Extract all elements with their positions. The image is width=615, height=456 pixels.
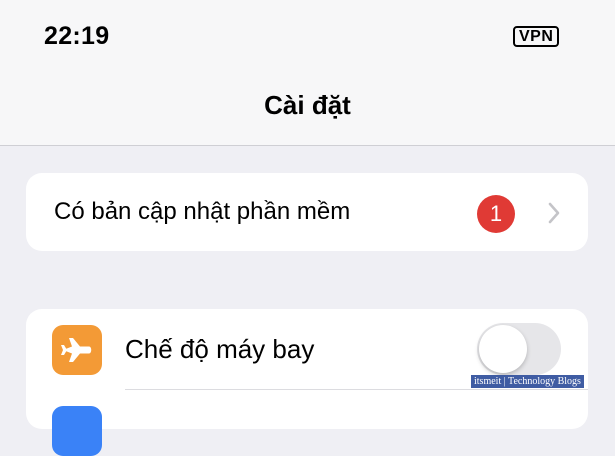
airplane-icon [52, 325, 102, 375]
toggle-knob [479, 325, 527, 373]
vpn-badge: VPN [513, 26, 560, 47]
watermark: itsmeit | Technology Blogs [471, 375, 584, 388]
update-badge: 1 [477, 195, 515, 233]
status-time: 22:19 [44, 22, 110, 50]
settings-group: Chế độ máy bay [26, 309, 588, 456]
airplane-mode-toggle[interactable] [477, 323, 561, 375]
airplane-mode-label: Chế độ máy bay [125, 334, 315, 364]
header: 22:19 VPN Cài đặt [0, 0, 615, 146]
page-title: Cài đặt [264, 90, 351, 120]
chevron-right-icon [548, 202, 560, 224]
software-update-row[interactable]: Có bản cập nhật phần mềm 1 [26, 173, 588, 251]
software-update-label: Có bản cập nhật phần mềm [54, 198, 351, 225]
settings-row-icon[interactable] [52, 406, 102, 456]
row-divider [125, 389, 588, 390]
